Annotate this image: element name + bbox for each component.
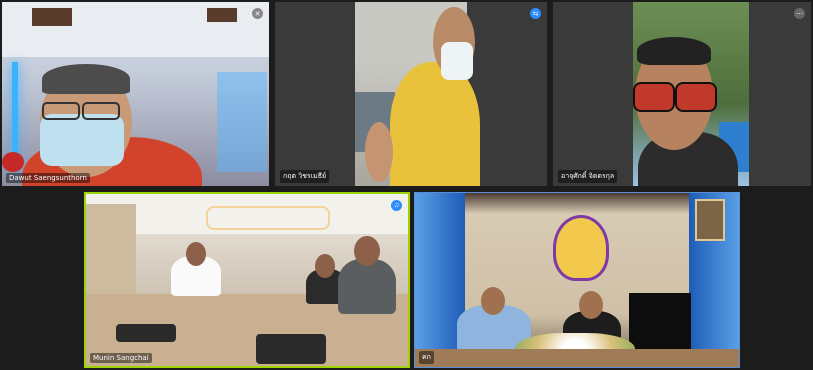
- person-head: [481, 287, 505, 315]
- person-hair: [637, 37, 711, 65]
- conference-mic: [116, 324, 176, 342]
- microphone: [2, 152, 24, 172]
- conference-mic: [256, 334, 326, 364]
- video-feed: [86, 194, 408, 366]
- sunglasses-left: [633, 82, 675, 112]
- desk: [415, 349, 739, 367]
- ceiling-light: [206, 206, 330, 230]
- person-head: [579, 291, 603, 319]
- video-feed: [633, 2, 749, 186]
- face-mask: [441, 42, 473, 80]
- video-tile-1[interactable]: ✕ Dawut Saengsunthorn: [2, 2, 269, 186]
- person-shirt: [338, 259, 396, 314]
- sunglasses-right: [675, 82, 717, 112]
- video-tile-2[interactable]: ⇆ กฤต วิชรเมธีย์: [275, 2, 547, 186]
- person-head: [186, 242, 206, 266]
- video-feed: [2, 2, 269, 186]
- participant-name: Dawut Saengsunthorn: [6, 173, 90, 183]
- glasses-right: [82, 102, 120, 120]
- person-shirt: [390, 62, 480, 186]
- audio-icon[interactable]: ♫: [391, 200, 402, 211]
- ceiling-panel: [207, 8, 237, 22]
- video-tile-4[interactable]: ♫ Munin Sangchai: [84, 192, 410, 368]
- glasses-left: [42, 102, 80, 120]
- participant-name: กฤต วิชรเมธีย์: [280, 170, 330, 183]
- video-tile-3[interactable]: ⋯ อาจุศักดิ์ จิตตรกุล: [553, 2, 811, 186]
- screen-share-icon[interactable]: ⇆: [530, 8, 541, 19]
- video-tile-5[interactable]: คก: [414, 192, 740, 368]
- blue-light: [217, 72, 267, 172]
- emblem: [553, 215, 609, 281]
- video-feed: [415, 193, 739, 367]
- person-hair: [42, 64, 130, 94]
- more-icon[interactable]: ⋯: [794, 8, 805, 19]
- portrait-frame: [695, 199, 725, 241]
- monitor: [629, 293, 691, 349]
- mic-muted-icon[interactable]: ✕: [252, 8, 263, 19]
- person-arm: [365, 122, 393, 182]
- video-feed: [355, 2, 480, 186]
- ceiling-panel: [32, 8, 72, 26]
- participant-name: คก: [419, 351, 434, 364]
- person-head: [354, 236, 380, 266]
- participant-name: Munin Sangchai: [90, 353, 152, 363]
- person-head: [315, 254, 335, 278]
- participant-name: อาจุศักดิ์ จิตตรกุล: [558, 170, 618, 183]
- face-mask: [40, 114, 124, 166]
